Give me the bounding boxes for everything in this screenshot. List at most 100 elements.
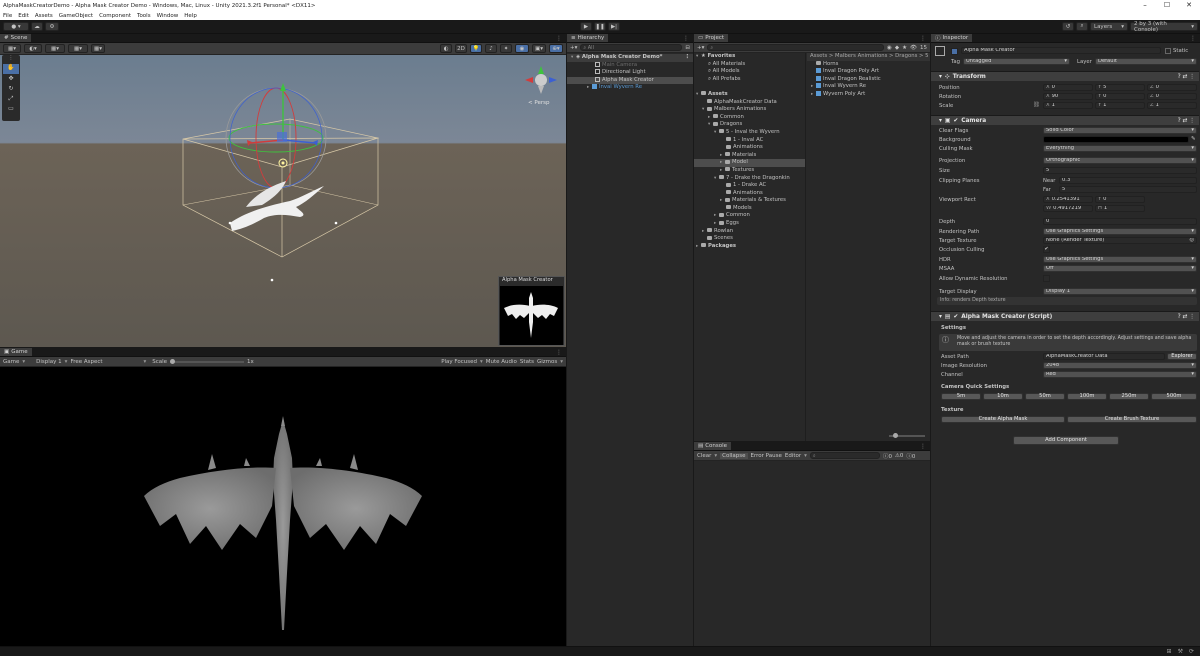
favorite-item[interactable]: ⌕ All Materials: [694, 61, 805, 69]
target-display-dropdown[interactable]: Display 1 ▾: [1043, 288, 1197, 295]
culling-mask-dropdown[interactable]: Everything ▾: [1043, 145, 1197, 152]
error-count-toggle[interactable]: ⓘ0: [906, 452, 915, 460]
quick-250m-button[interactable]: 250m: [1109, 393, 1149, 400]
move-tool-icon[interactable]: ✥: [2, 75, 20, 85]
menu-tools[interactable]: Tools: [137, 13, 151, 19]
hierarchy-item-main-camera[interactable]: Main Camera: [567, 61, 693, 70]
tree-item[interactable]: 1 - Inval AC: [694, 137, 805, 145]
tree-item[interactable]: ▸ Common: [694, 114, 805, 122]
tree-item[interactable]: 1 - Drake AC: [694, 182, 805, 190]
menu-help[interactable]: Help: [184, 13, 197, 19]
layout-dropdown[interactable]: 2 by 3 (with Console) ▾: [1130, 21, 1198, 33]
quick-100m-button[interactable]: 100m: [1067, 393, 1107, 400]
add-icon[interactable]: +▾: [570, 45, 577, 51]
hierarchy-item-alpha-mask-creator[interactable]: Alpha Mask Creator: [567, 76, 693, 85]
tree-item[interactable]: Animations: [694, 190, 805, 198]
favorite-item[interactable]: ⌕ All Models: [694, 68, 805, 76]
msaa-dropdown[interactable]: Off ▾: [1043, 265, 1197, 272]
lighting-toggle[interactable]: ◐: [440, 44, 452, 53]
perspective-label[interactable]: < Persp: [528, 100, 549, 106]
audio-toggle[interactable]: ♪: [485, 44, 497, 53]
menu-assets[interactable]: Assets: [35, 13, 53, 19]
hierarchy-item-inval-wyvern[interactable]: ▸ Inval Wyvern Re: [567, 84, 693, 92]
more-icon[interactable]: ⋮: [685, 54, 690, 62]
info-count-toggle[interactable]: ⓘ0: [883, 452, 892, 460]
hierarchy-item-directional-light[interactable]: Directional Light: [567, 69, 693, 77]
stats-toggle[interactable]: Stats: [520, 359, 534, 365]
tree-item[interactable]: ▸ Eggs: [694, 220, 805, 228]
2d-toggle[interactable]: 2D: [455, 44, 467, 53]
tab-project[interactable]: ▭ Project: [694, 34, 729, 42]
more-icon[interactable]: ⋮: [556, 35, 562, 42]
layer-dropdown[interactable]: Default ▾: [1095, 58, 1197, 65]
active-checkbox[interactable]: [951, 48, 958, 55]
target-texture-field[interactable]: None (Render Texture) ◎: [1043, 237, 1197, 244]
minimize-icon[interactable]: –: [1134, 0, 1156, 11]
rotation-x-field[interactable]: X 90: [1043, 93, 1093, 100]
tree-item[interactable]: ▾ 5 - Inval the Wyvern: [694, 129, 805, 137]
background-color-field[interactable]: [1043, 136, 1189, 143]
rotate-tool-icon[interactable]: ↻: [2, 85, 20, 95]
viewport-x-field[interactable]: X 0.2541391: [1043, 196, 1093, 203]
icon-size-slider[interactable]: [889, 433, 925, 438]
tab-game[interactable]: ▣ Game: [0, 348, 32, 356]
clear-flags-dropdown[interactable]: Solid Color ▾: [1043, 127, 1197, 134]
tree-item[interactable]: ▸ Textures: [694, 167, 805, 175]
mute-audio-toggle[interactable]: Mute Audio: [486, 359, 517, 365]
pause-button[interactable]: ❚❚: [594, 22, 606, 31]
display-dropdown[interactable]: Display 1: [36, 359, 62, 365]
grid-button[interactable]: ▦▾: [45, 44, 65, 53]
tree-item-model[interactable]: ▸ Model: [694, 159, 805, 167]
more-icon[interactable]: ⋮: [1190, 35, 1196, 42]
tab-console[interactable]: ▤ Console: [694, 442, 732, 450]
transform-header[interactable]: ▾ ⊹ Transform ? ⇄ ⋮: [931, 71, 1199, 81]
play-button[interactable]: ▶: [580, 22, 592, 31]
more-icon[interactable]: ⋮: [920, 35, 926, 42]
breadcrumb[interactable]: Assets > Malbers Animations > Dragons > …: [807, 53, 930, 61]
near-field[interactable]: 0.3: [1059, 177, 1197, 184]
file-item[interactable]: ▸ Wyvern Poly Art: [807, 90, 930, 99]
clear-button[interactable]: Clear: [697, 453, 711, 459]
camera-header[interactable]: ▾ ▣ ✔ Camera ? ⇄ ⋮: [931, 115, 1199, 125]
tree-item[interactable]: Models: [694, 205, 805, 213]
play-focused-dropdown[interactable]: Play Focused: [441, 359, 477, 365]
enabled-checkbox[interactable]: ✔: [953, 314, 958, 320]
tree-item[interactable]: ▸ Common: [694, 212, 805, 220]
image-resolution-dropdown[interactable]: 2048 ▾: [1043, 362, 1197, 369]
menu-file[interactable]: File: [3, 13, 12, 19]
viewport-w-field[interactable]: W 0.4917219: [1043, 205, 1093, 212]
quick-10m-button[interactable]: 10m: [983, 393, 1023, 400]
projection-dropdown[interactable]: Orthographic ▾: [1043, 157, 1197, 164]
menu-gameobject[interactable]: GameObject: [59, 13, 93, 19]
gizmos-toggle[interactable]: Gizmos: [537, 359, 557, 365]
more-icon[interactable]: ⋮: [556, 349, 562, 356]
add-component-button[interactable]: Add Component: [1013, 436, 1119, 445]
favorite-item[interactable]: ⌕ All Prefabs: [694, 76, 805, 84]
snap-button[interactable]: ▦▾: [68, 44, 88, 53]
tree-item[interactable]: ▾ 7 - Drake the Dragonkin: [694, 175, 805, 183]
icon-size-slider-handle[interactable]: [893, 433, 898, 438]
hdr-dropdown[interactable]: Use Graphics Settings ▾: [1043, 256, 1197, 263]
quick-5m-button[interactable]: 5m: [941, 393, 981, 400]
tag-dropdown[interactable]: Untagged ▾: [963, 58, 1070, 65]
editor-dropdown[interactable]: Editor: [785, 453, 801, 459]
cloud-icon[interactable]: ☁: [31, 22, 43, 31]
viewport-h-field[interactable]: H1: [1095, 205, 1145, 212]
lock-icon[interactable]: ⊟: [685, 45, 690, 51]
view-options-button[interactable]: ◐▾: [24, 44, 42, 53]
enabled-checkbox[interactable]: ✔: [953, 118, 958, 124]
object-picker-icon[interactable]: ◎: [1189, 238, 1194, 243]
account-button[interactable]: ● ▾: [3, 22, 29, 31]
rect-tool-icon[interactable]: ▭: [2, 105, 20, 115]
create-alpha-mask-button[interactable]: Create Alpha Mask: [941, 416, 1065, 423]
channel-dropdown[interactable]: Red ▾: [1043, 371, 1197, 378]
static-checkbox[interactable]: [1165, 48, 1171, 54]
scale-slider-handle[interactable]: [170, 358, 176, 364]
search-icon[interactable]: ⌕: [1076, 22, 1088, 31]
menu-window[interactable]: Window: [157, 13, 179, 19]
position-y-field[interactable]: Y5: [1095, 84, 1145, 91]
size-field[interactable]: 5: [1043, 167, 1197, 174]
position-x-field[interactable]: X0: [1043, 84, 1093, 91]
tab-inspector[interactable]: ⓘ Inspector: [931, 34, 973, 42]
viewport-y-field[interactable]: Y0: [1095, 196, 1145, 203]
